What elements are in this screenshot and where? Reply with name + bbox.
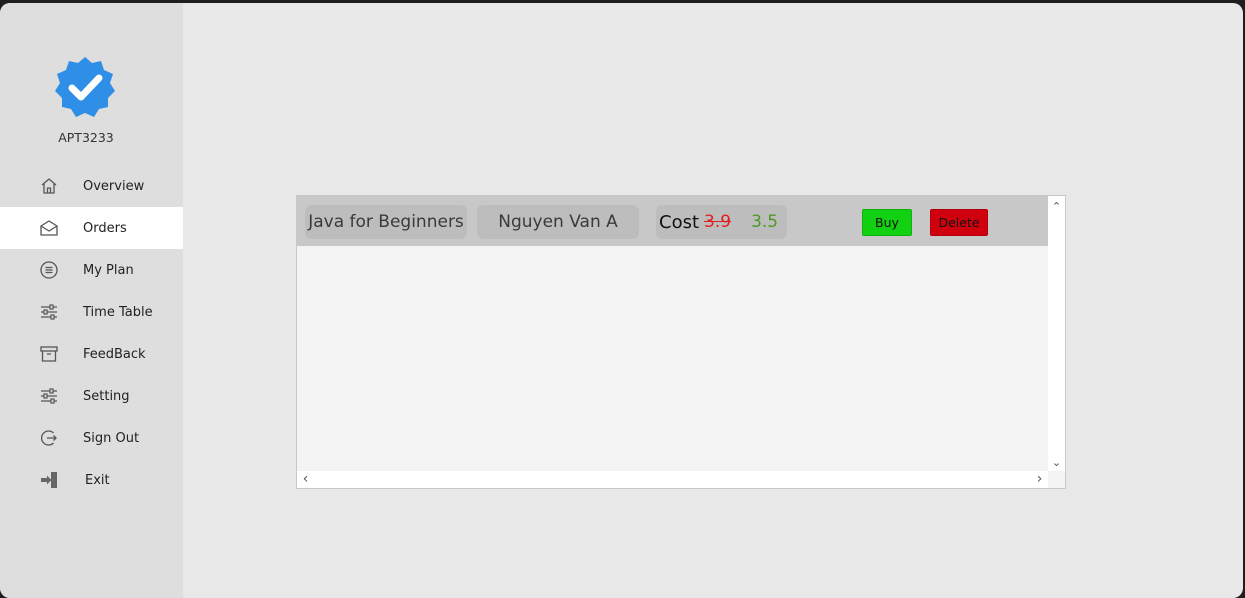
- brand-name: APT3233: [58, 130, 114, 145]
- course-title: Java for Beginners: [305, 205, 467, 239]
- list-circle-icon: [38, 259, 60, 281]
- sign-out-icon: [38, 427, 60, 449]
- sidebar-item-orders[interactable]: Orders: [0, 207, 183, 249]
- sidebar: APT3233 Overview Orders My Plan Time Tab…: [0, 3, 183, 598]
- sidebar-item-label: Overview: [83, 178, 145, 194]
- sidebar-item-my-plan[interactable]: My Plan: [0, 249, 183, 291]
- sidebar-item-label: Exit: [85, 472, 110, 488]
- new-price: 3.5: [751, 212, 779, 232]
- scroll-up-icon[interactable]: ⌃: [1051, 201, 1062, 212]
- app-window: APT3233 Overview Orders My Plan Time Tab…: [0, 3, 1243, 598]
- sidebar-item-sign-out[interactable]: Sign Out: [0, 417, 183, 459]
- sidebar-item-overview[interactable]: Overview: [0, 165, 183, 207]
- vertical-scrollbar[interactable]: ⌃ ⌄: [1048, 196, 1065, 472]
- scroll-right-icon[interactable]: ›: [1034, 472, 1045, 486]
- sidebar-item-feedback[interactable]: FeedBack: [0, 333, 183, 375]
- sliders-icon: [38, 385, 60, 407]
- sidebar-item-time-table[interactable]: Time Table: [0, 291, 183, 333]
- sidebar-item-setting[interactable]: Setting: [0, 375, 183, 417]
- scroll-down-icon[interactable]: ⌄: [1051, 457, 1062, 468]
- home-icon: [38, 175, 60, 197]
- sidebar-nav: Overview Orders My Plan Time Table FeedB…: [0, 165, 183, 501]
- sidebar-item-label: Setting: [83, 388, 130, 404]
- scrollbar-corner: [1048, 471, 1065, 488]
- buy-button[interactable]: Buy: [862, 209, 912, 236]
- sidebar-item-label: FeedBack: [83, 346, 146, 362]
- order-row: Java for Beginners Nguyen Van A Cost 3.9…: [297, 196, 1048, 246]
- sliders-icon: [38, 301, 60, 323]
- orders-panel: Java for Beginners Nguyen Van A Cost 3.9…: [296, 195, 1066, 489]
- scroll-left-icon[interactable]: ‹: [300, 472, 311, 486]
- cost-box: Cost 3.9 3.5: [656, 205, 787, 239]
- envelope-icon: [38, 217, 60, 239]
- verified-badge-icon: [55, 57, 115, 117]
- cost-label: Cost: [659, 211, 700, 233]
- old-price: 3.9: [704, 212, 732, 232]
- delete-button[interactable]: Delete: [930, 209, 988, 236]
- sidebar-item-label: Orders: [83, 220, 127, 236]
- horizontal-scrollbar[interactable]: ‹ ›: [297, 471, 1048, 488]
- archive-icon: [38, 343, 60, 365]
- sidebar-item-label: My Plan: [83, 262, 134, 278]
- exit-icon: [38, 469, 60, 491]
- sidebar-item-label: Sign Out: [83, 430, 140, 446]
- sidebar-item-exit[interactable]: Exit: [0, 459, 183, 501]
- course-author: Nguyen Van A: [477, 205, 639, 239]
- sidebar-item-label: Time Table: [83, 304, 153, 320]
